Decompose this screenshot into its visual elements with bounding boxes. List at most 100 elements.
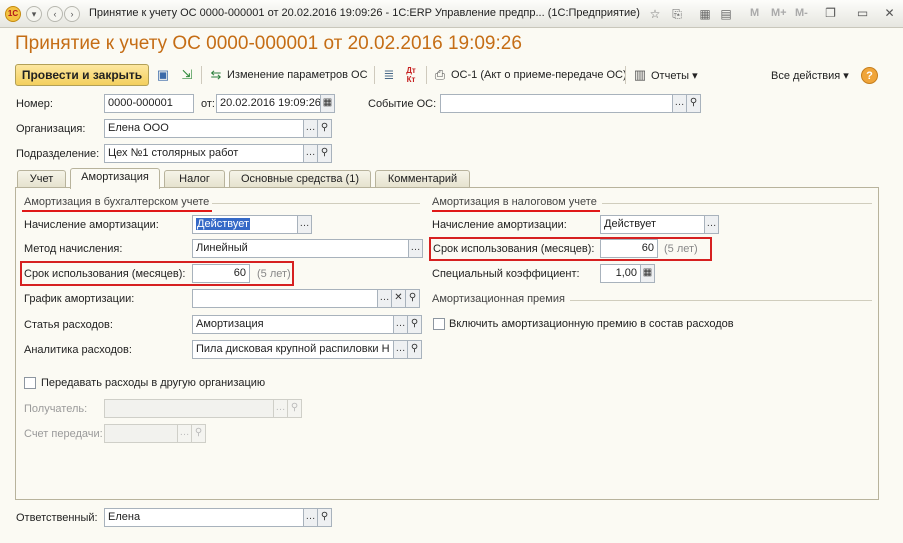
term-label: Срок использования (месяцев): xyxy=(24,268,186,280)
os1-print-button[interactable]: ОС-1 (Акт о приеме-передаче ОС) xyxy=(451,69,627,81)
tab-fixed-assets[interactable]: Основные средства (1) xyxy=(229,170,371,188)
dots-icon[interactable]: … xyxy=(378,289,392,308)
restore-icon[interactable]: ❐ xyxy=(822,5,839,22)
section-divider xyxy=(212,203,420,204)
search-icon[interactable]: ⚲ xyxy=(408,340,422,359)
calendar-icon[interactable]: ▦ xyxy=(321,94,335,113)
dots-icon[interactable]: … xyxy=(394,340,408,359)
coefficient-label: Специальный коэффициент: xyxy=(432,268,580,280)
dots-icon[interactable]: … xyxy=(304,119,318,138)
dt-kt-icon[interactable]: Дт Кт xyxy=(402,66,420,84)
schedule-field[interactable] xyxy=(192,289,378,308)
toolbar-separator xyxy=(426,66,427,84)
event-field[interactable] xyxy=(440,94,673,113)
tab-panel xyxy=(15,187,879,500)
back-icon[interactable]: ‹ xyxy=(47,6,63,22)
dots-icon[interactable]: … xyxy=(705,215,719,234)
change-params-icon[interactable]: ⇆ xyxy=(207,66,225,84)
clear-icon[interactable]: ✕ xyxy=(392,289,406,308)
tab-tax[interactable]: Налог xyxy=(164,170,225,188)
number-field[interactable]: 0000-000001 xyxy=(104,94,194,113)
department-field[interactable]: Цех №1 столярных работ xyxy=(104,144,304,163)
post-document-icon[interactable]: ⇲ xyxy=(178,66,196,84)
dots-icon[interactable]: … xyxy=(409,239,423,258)
calculator-icon[interactable]: ▦ xyxy=(641,264,655,283)
search-icon[interactable]: ⚲ xyxy=(318,508,332,527)
expense-label: Статья расходов: xyxy=(24,319,113,331)
highlight-underline xyxy=(22,210,212,212)
minimize-icon[interactable]: ▭ xyxy=(854,5,871,22)
organization-label: Организация: xyxy=(16,123,86,135)
search-icon[interactable]: ⚲ xyxy=(318,119,332,138)
tab-accounting[interactable]: Учет xyxy=(17,170,66,188)
tax-term-label: Срок использования (месяцев): xyxy=(433,243,595,255)
analytics-label: Аналитика расходов: xyxy=(24,344,132,356)
change-params-button[interactable]: Изменение параметров ОС xyxy=(227,69,368,81)
search-icon[interactable]: ⚲ xyxy=(406,289,420,308)
memory-m-button[interactable]: M xyxy=(750,7,759,19)
tab-comment[interactable]: Комментарий xyxy=(375,170,470,188)
bonus-checkbox[interactable] xyxy=(433,318,445,330)
forward-icon[interactable]: › xyxy=(64,6,80,22)
event-label: Событие ОС: xyxy=(368,98,437,110)
bonus-section-title: Амортизационная премия xyxy=(432,293,565,305)
dots-icon[interactable]: … xyxy=(673,94,687,113)
toolbar-separator xyxy=(374,66,375,84)
highlight-underline xyxy=(432,210,600,212)
tax-accrual-field[interactable]: Действует xyxy=(600,215,705,234)
recipient-field[interactable] xyxy=(104,399,274,418)
close-icon[interactable]: ✕ xyxy=(881,5,898,22)
reports-button[interactable]: Отчеты ▾ xyxy=(651,69,698,82)
calendar-icon[interactable]: ▤ xyxy=(718,6,734,22)
dots-icon[interactable]: … xyxy=(178,424,192,443)
dots-icon[interactable]: … xyxy=(304,144,318,163)
print-icon[interactable]: ⎙ xyxy=(431,66,449,84)
dots-icon[interactable]: … xyxy=(298,215,312,234)
section-divider xyxy=(602,203,872,204)
search-icon[interactable]: ⚲ xyxy=(288,399,302,418)
reports-icon[interactable]: ▥ xyxy=(631,66,649,84)
menu-dropdown-icon[interactable]: ▾ xyxy=(26,6,42,22)
favorite-star-icon[interactable]: ☆ xyxy=(647,6,663,22)
1c-logo-icon[interactable]: 1С xyxy=(5,6,21,22)
memory-plus-button[interactable]: M+ xyxy=(771,7,787,19)
toolbar-separator xyxy=(201,66,202,84)
transfer-account-field[interactable] xyxy=(104,424,178,443)
tab-depreciation[interactable]: Амортизация xyxy=(70,168,160,189)
recipient-label: Получатель: xyxy=(24,403,88,415)
search-icon[interactable]: ⚲ xyxy=(318,144,332,163)
save-icon[interactable]: ▣ xyxy=(154,66,172,84)
bookmark-icon[interactable]: ⎘ xyxy=(669,6,685,22)
schedule-label: График амортизации: xyxy=(24,293,135,305)
tax-term-field[interactable]: 60 xyxy=(600,239,658,258)
structure-icon[interactable]: ≣ xyxy=(380,66,398,84)
coefficient-field[interactable]: 1,00 xyxy=(600,264,641,283)
help-icon[interactable]: ? xyxy=(861,67,878,84)
accounting-section-title: Амортизация в бухгалтерском учете xyxy=(24,196,210,208)
bonus-label: Включить амортизационную премию в состав… xyxy=(449,318,734,330)
transfer-checkbox[interactable] xyxy=(24,377,36,389)
dots-icon[interactable]: … xyxy=(394,315,408,334)
accrual-label: Начисление амортизации: xyxy=(24,219,159,231)
date-field[interactable]: 20.02.2016 19:09:26 xyxy=(216,94,321,113)
search-icon[interactable]: ⚲ xyxy=(192,424,206,443)
term-field[interactable]: 60 xyxy=(192,264,250,283)
analytics-field[interactable]: Пила дисковая крупной распиловки Н xyxy=(192,340,394,359)
method-field[interactable]: Линейный xyxy=(192,239,409,258)
method-label: Метод начисления: xyxy=(24,243,123,255)
memory-minus-button[interactable]: M- xyxy=(795,7,808,19)
dots-icon[interactable]: … xyxy=(274,399,288,418)
organization-field[interactable]: Елена ООО xyxy=(104,119,304,138)
all-actions-button[interactable]: Все действия ▾ xyxy=(771,69,849,82)
accrual-field[interactable]: Действует xyxy=(192,215,298,234)
responsible-field[interactable]: Елена xyxy=(104,508,304,527)
section-divider xyxy=(570,300,872,301)
post-and-close-button[interactable]: Провести и закрыть xyxy=(15,64,149,86)
calculator-icon[interactable]: ▦ xyxy=(697,6,713,22)
search-icon[interactable]: ⚲ xyxy=(687,94,701,113)
term-years-hint: (5 лет) xyxy=(257,268,291,280)
responsible-label: Ответственный: xyxy=(16,512,98,524)
search-icon[interactable]: ⚲ xyxy=(408,315,422,334)
dots-icon[interactable]: … xyxy=(304,508,318,527)
expense-field[interactable]: Амортизация xyxy=(192,315,394,334)
